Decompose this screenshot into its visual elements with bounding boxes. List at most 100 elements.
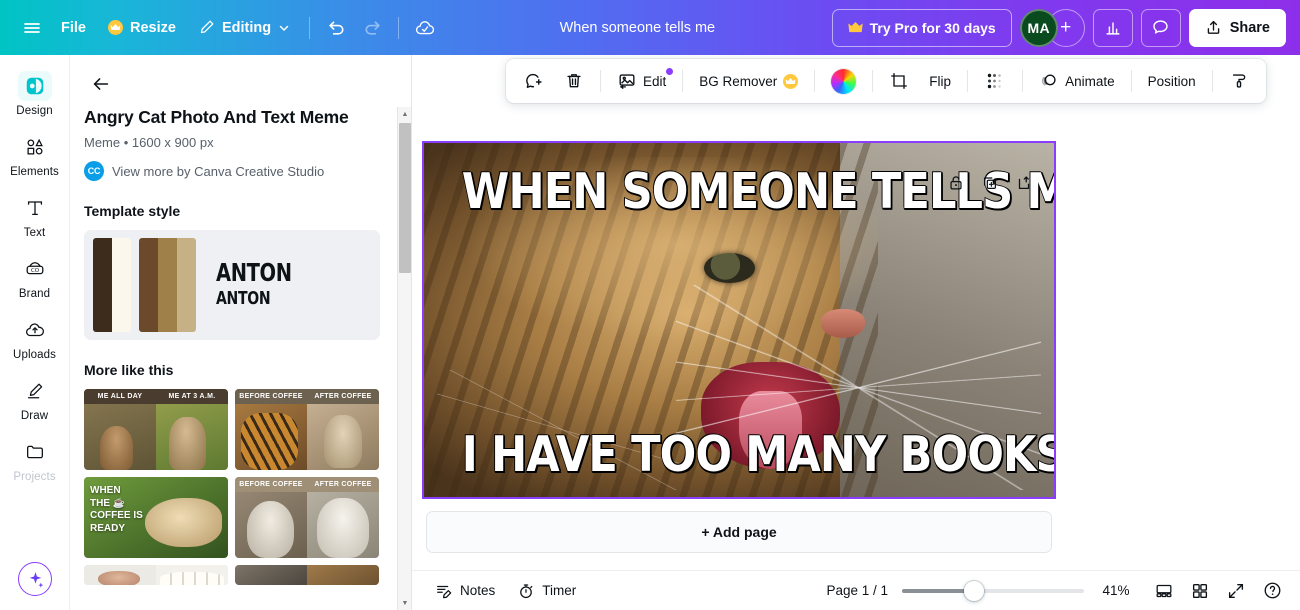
zoom-level-value[interactable]: 41% xyxy=(1094,583,1138,598)
font-secondary-label: ANTON xyxy=(216,288,271,310)
sidebar-item-draw[interactable]: Draw xyxy=(3,370,67,427)
pencil-icon xyxy=(198,19,215,36)
animate-button[interactable]: Animate xyxy=(1030,64,1124,98)
color-wheel-icon[interactable] xyxy=(822,64,865,98)
export-page-icon[interactable] xyxy=(1010,169,1038,197)
trash-icon[interactable] xyxy=(555,64,593,98)
try-pro-label: Try Pro for 30 days xyxy=(869,19,996,36)
insights-button[interactable] xyxy=(1092,8,1133,47)
animate-icon xyxy=(1039,71,1059,91)
left-rail: Design Elements Text CO Brand Uploads Dr… xyxy=(0,55,70,610)
timer-button[interactable]: Timer xyxy=(508,576,585,606)
paint-roller-icon[interactable] xyxy=(1220,64,1258,98)
edit-image-button[interactable]: Edit xyxy=(608,64,675,98)
page-view-icon[interactable] xyxy=(1148,576,1180,606)
meme-top-text[interactable]: WHEN SOMEONE TELLS ME xyxy=(461,162,1054,221)
sidebar-item-design[interactable]: Design xyxy=(3,65,67,122)
toolbar-divider xyxy=(872,70,874,92)
crop-icon[interactable] xyxy=(880,64,918,98)
list-item[interactable]: BEFORE COFFEE AFTER COFFEE xyxy=(235,389,379,470)
color-swatch xyxy=(112,238,131,332)
more-like-this-heading: More like this xyxy=(84,362,174,378)
top-bar-center-group: When someone tells me xyxy=(443,14,832,42)
sidebar-item-label: Text xyxy=(23,227,46,239)
text-icon xyxy=(18,193,52,223)
editing-mode-button[interactable]: Editing xyxy=(187,11,301,45)
bottom-bar-right-group: Page 1 / 1 41% xyxy=(826,576,1300,606)
resize-button[interactable]: Resize xyxy=(97,11,187,45)
author-badge: CC xyxy=(84,161,104,181)
svg-text:CO: CO xyxy=(30,268,39,274)
help-icon[interactable] xyxy=(1256,576,1288,606)
notes-button[interactable]: Notes xyxy=(426,576,504,606)
meme-bottom-text[interactable]: I HAVE TOO MANY BOOKS xyxy=(461,425,1054,484)
position-label: Position xyxy=(1147,73,1196,89)
author-row[interactable]: CC View more by Canva Creative Studio xyxy=(84,161,376,181)
undo-arrow-icon[interactable] xyxy=(318,11,354,45)
swatch-group-right xyxy=(139,238,196,332)
list-item[interactable] xyxy=(84,565,228,585)
thumb-caption: AFTER COFFEE xyxy=(307,477,379,492)
try-pro-button[interactable]: Try Pro for 30 days xyxy=(831,8,1012,47)
bg-remover-button[interactable]: BG Remover xyxy=(690,64,807,98)
list-item[interactable]: BEFORE COFFEE AFTER COFFEE xyxy=(235,477,379,558)
document-title-input[interactable]: When someone tells me xyxy=(550,14,726,42)
add-comment-icon[interactable] xyxy=(514,64,553,98)
sidebar-item-label: Design xyxy=(16,105,53,117)
redo-arrow-icon[interactable] xyxy=(354,11,390,45)
page-tools xyxy=(942,169,1038,197)
collaborators-group: MA + xyxy=(1019,8,1085,47)
color-swatch xyxy=(93,238,112,332)
author-link[interactable]: View more by Canva Creative Studio xyxy=(112,164,324,179)
object-toolbar: Edit BG Remover Flip Animate Position xyxy=(506,59,1266,103)
magic-sparkle-icon[interactable] xyxy=(18,562,52,596)
lock-icon[interactable] xyxy=(942,169,970,197)
template-style-card[interactable]: ANTON ANTON xyxy=(84,230,380,340)
file-menu-label: File xyxy=(61,19,86,36)
share-button[interactable]: Share xyxy=(1188,8,1286,47)
sidebar-item-label: Brand xyxy=(18,288,51,300)
page-title: Angry Cat Photo And Text Meme xyxy=(84,107,349,127)
duplicate-page-icon[interactable] xyxy=(976,169,1004,197)
grid-view-icon[interactable] xyxy=(1184,576,1216,606)
cloud-saved-icon[interactable] xyxy=(407,11,443,45)
zoom-slider[interactable] xyxy=(902,580,1084,601)
sidebar-item-projects[interactable]: Projects xyxy=(3,431,67,488)
back-arrow-icon[interactable] xyxy=(84,67,118,101)
list-item[interactable]: ME ALL DAY ME AT 3 A.M. xyxy=(84,389,228,470)
sidebar-item-brand[interactable]: CO Brand xyxy=(3,248,67,305)
fullscreen-icon[interactable] xyxy=(1220,576,1252,606)
position-button[interactable]: Position xyxy=(1139,64,1205,98)
scroll-up-arrow[interactable]: ▲ xyxy=(398,107,411,121)
file-menu-button[interactable]: File xyxy=(50,11,97,45)
thumb-caption: ME ALL DAY xyxy=(84,389,156,404)
flip-button[interactable]: Flip xyxy=(920,64,960,98)
crown-icon xyxy=(847,21,863,34)
sidebar-item-elements[interactable]: Elements xyxy=(3,126,67,183)
template-style-heading: Template style xyxy=(84,203,181,219)
sidebar-item-uploads[interactable]: Uploads xyxy=(3,309,67,366)
hamburger-menu-icon[interactable] xyxy=(14,11,50,45)
zoom-slider-handle[interactable] xyxy=(964,580,984,601)
comments-button[interactable] xyxy=(1140,8,1181,47)
transparency-icon[interactable] xyxy=(975,64,1015,98)
list-item[interactable]: WHEN THE ☕ COFFEE IS READY xyxy=(84,477,228,558)
color-swatch xyxy=(158,238,177,332)
bg-remover-label: BG Remover xyxy=(699,73,778,89)
scrollbar-thumb[interactable] xyxy=(399,123,411,273)
sidebar-item-text[interactable]: Text xyxy=(3,187,67,244)
template-meta: Meme • 1600 x 900 px xyxy=(84,135,214,150)
toolbar-divider xyxy=(1022,70,1024,92)
design-icon xyxy=(17,71,52,101)
avatar[interactable]: MA xyxy=(1019,8,1058,47)
uploads-icon xyxy=(18,315,52,345)
swatch-group-left xyxy=(93,238,131,332)
animate-label: Animate xyxy=(1065,73,1115,89)
list-item[interactable] xyxy=(235,565,379,585)
add-page-button[interactable]: + Add page xyxy=(426,511,1052,553)
edit-label: Edit xyxy=(643,73,667,89)
toolbar-divider-2 xyxy=(398,16,400,39)
bottom-bar: Notes Timer Page 1 / 1 41% xyxy=(412,570,1300,610)
scroll-down-arrow[interactable]: ▼ xyxy=(398,596,411,610)
panel-scrollbar[interactable]: ▲ ▼ xyxy=(397,107,411,610)
